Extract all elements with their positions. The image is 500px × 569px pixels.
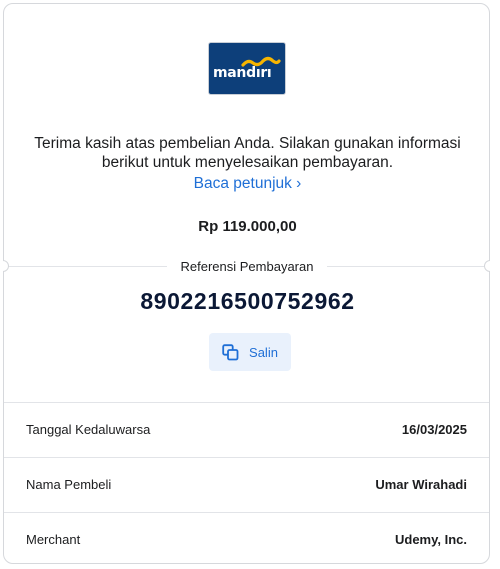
logo-wordmark: mandırı xyxy=(213,65,272,81)
detail-row-merchant: Merchant Udemy, Inc. xyxy=(4,512,489,567)
reference-label: Referensi Pembayaran xyxy=(167,259,327,274)
mandiri-logo: mandırı xyxy=(209,43,285,94)
detail-value: Udemy, Inc. xyxy=(394,532,467,547)
detail-label: Merchant xyxy=(26,532,81,547)
ticket-notch-left xyxy=(3,260,9,272)
read-instructions-link[interactable]: Baca petunjuk › xyxy=(24,175,471,193)
payment-card: mandırı Terima kasih atas pembelian Anda… xyxy=(3,3,490,564)
detail-label: Tanggal Kedaluwarsa xyxy=(26,422,151,437)
thank-you-message: Terima kasih atas pembelian Anda. Silaka… xyxy=(34,135,461,171)
detail-value: Umar Wirahadi xyxy=(375,477,467,492)
ticket-notch-right xyxy=(484,260,490,272)
detail-row-buyer: Nama Pembeli Umar Wirahadi xyxy=(4,457,489,512)
copy-button[interactable]: Salin xyxy=(209,333,291,371)
detail-row-expiry: Tanggal Kedaluwarsa 16/03/2025 xyxy=(4,402,489,457)
reference-number: 8902216500752962 xyxy=(140,288,355,314)
copy-button-label: Salin xyxy=(249,344,278,360)
detail-label: Nama Pembeli xyxy=(26,477,112,492)
copy-icon xyxy=(222,343,239,360)
payment-amount: Rp 119.000,00 xyxy=(198,218,297,235)
detail-value: 16/03/2025 xyxy=(401,422,467,437)
